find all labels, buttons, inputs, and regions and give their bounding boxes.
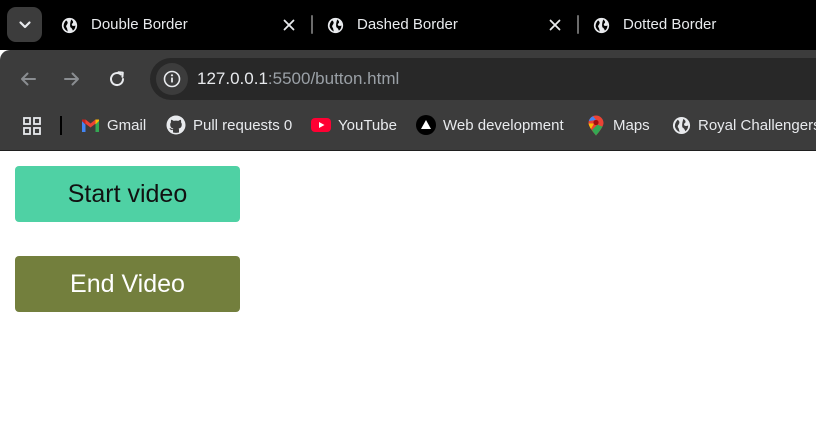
page-content: Start video End Video <box>0 151 816 422</box>
tab-double-border[interactable]: Double Border <box>61 8 311 42</box>
forward-button[interactable] <box>60 67 84 91</box>
bookmarks-divider <box>60 116 62 135</box>
url-path: :5500/button.html <box>267 69 400 88</box>
site-info-button[interactable] <box>156 63 188 95</box>
globe-icon <box>671 115 691 135</box>
back-button[interactable] <box>16 67 40 91</box>
close-icon <box>283 19 295 31</box>
close-icon <box>549 19 561 31</box>
github-icon <box>166 115 186 135</box>
bookmark-label: Pull requests 0 <box>193 116 293 134</box>
tab-search-button[interactable] <box>7 7 42 42</box>
bookmark-youtube[interactable]: YouTube <box>311 113 397 137</box>
globe-icon <box>327 17 344 34</box>
url-text[interactable]: 127.0.0.1:5500/button.html <box>197 69 399 89</box>
triangle-icon <box>416 115 436 135</box>
tab-title: Dotted Border <box>623 16 717 33</box>
tab-separator <box>311 15 313 34</box>
browser-toolbar: 127.0.0.1:5500/button.html <box>0 50 816 108</box>
bookmark-web-development[interactable]: Web development <box>416 113 564 137</box>
maps-pin-icon <box>586 115 606 135</box>
bookmark-label: YouTube <box>338 116 397 134</box>
close-tab-button[interactable] <box>546 16 564 34</box>
url-host: 127.0.0.1 <box>197 69 268 88</box>
bookmark-label: Gmail <box>107 116 147 134</box>
tab-strip: Double Border Dashed Border Dotted Borde… <box>0 0 816 50</box>
gmail-icon <box>80 115 100 135</box>
bookmark-maps[interactable]: Maps <box>586 113 650 137</box>
tab-separator <box>577 15 579 34</box>
bookmark-label: Royal Challengers <box>698 116 816 134</box>
address-bar[interactable]: 127.0.0.1:5500/button.html <box>150 58 816 100</box>
tab-title: Double Border <box>91 16 188 33</box>
reload-icon <box>110 71 125 87</box>
globe-icon <box>593 17 610 34</box>
chevron-down-icon <box>18 20 31 28</box>
globe-icon <box>61 17 78 34</box>
arrow-left-icon <box>21 72 36 86</box>
apps-button[interactable] <box>22 116 42 136</box>
bookmark-gmail[interactable]: Gmail <box>80 113 146 137</box>
bookmarks-bar: Gmail Pull requests 0 YouTube Web develo… <box>0 108 816 151</box>
start-video-button[interactable]: Start video <box>15 166 240 222</box>
info-icon <box>163 70 181 88</box>
arrow-right-icon <box>64 72 79 86</box>
end-video-button[interactable]: End Video <box>15 256 240 312</box>
tab-title: Dashed Border <box>357 16 458 33</box>
tab-dotted-border[interactable]: Dotted Border <box>593 8 816 42</box>
bookmark-label: Maps <box>613 116 650 134</box>
youtube-icon <box>311 115 331 135</box>
reload-button[interactable] <box>105 67 129 91</box>
bookmark-royal-challengers[interactable]: Royal Challengers <box>671 113 816 137</box>
apps-grid-icon <box>23 117 41 135</box>
bookmark-label: Web development <box>443 116 564 134</box>
bookmark-pull-requests[interactable]: Pull requests 0 <box>166 113 292 137</box>
tab-dashed-border[interactable]: Dashed Border <box>327 8 577 42</box>
close-tab-button[interactable] <box>280 16 298 34</box>
